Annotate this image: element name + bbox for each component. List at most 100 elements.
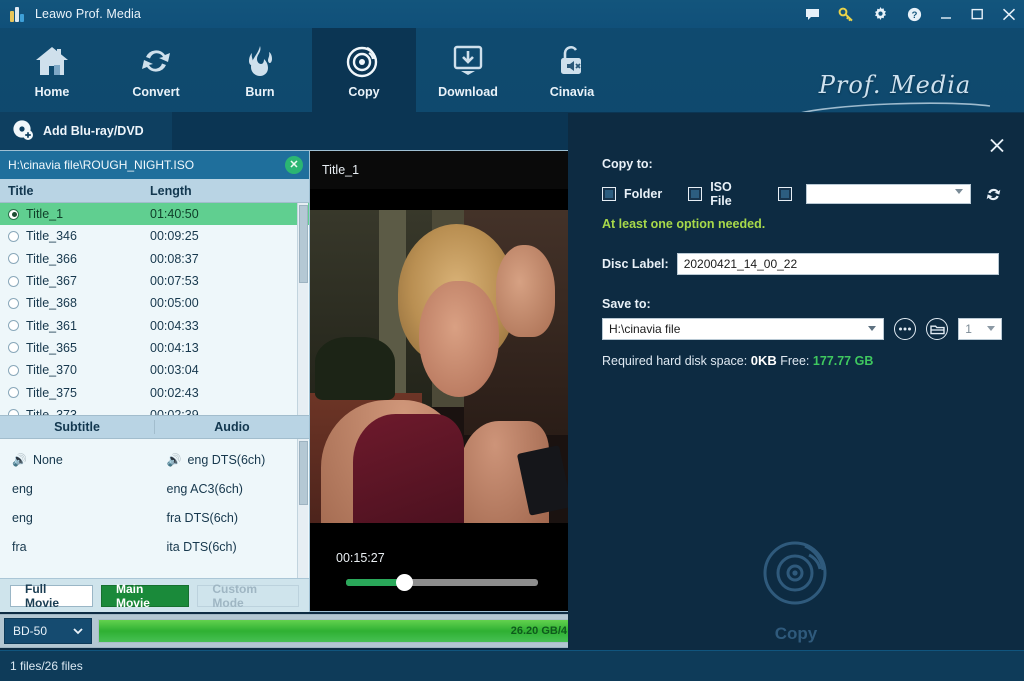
- feedback-icon[interactable]: [795, 0, 829, 28]
- brand-text: Prof. Media: [818, 71, 972, 99]
- custom-mode-button[interactable]: Custom Mode: [197, 582, 299, 610]
- row-radio[interactable]: [8, 275, 19, 287]
- table-row[interactable]: Title_346 00:09:25: [0, 225, 309, 247]
- scrollbar-thumb[interactable]: [299, 441, 308, 505]
- table-row[interactable]: Title_375 00:02:43: [0, 381, 309, 403]
- table-row[interactable]: Title_365 00:04:13: [0, 337, 309, 359]
- column-header-length: Length: [150, 183, 192, 198]
- nav-label: Convert: [132, 85, 180, 99]
- list-item[interactable]: 🔊 None 🔊 eng DTS(6ch): [0, 445, 309, 474]
- main-movie-button[interactable]: Main Movie: [100, 582, 190, 610]
- row-length: 00:08:37: [150, 251, 199, 266]
- help-icon[interactable]: ?: [897, 0, 931, 28]
- table-row[interactable]: Title_1 01:40:50: [0, 203, 309, 226]
- row-radio[interactable]: [8, 387, 19, 399]
- save-to-row: H:\cinavia file 1: [602, 318, 1002, 340]
- nav-item-copy[interactable]: Copy: [312, 28, 416, 112]
- nav-item-download[interactable]: Download: [416, 28, 520, 112]
- maximize-icon[interactable]: [962, 0, 993, 28]
- title-list[interactable]: Title_1 01:40:50 Title_346 00:09:25 Titl…: [0, 203, 309, 415]
- save-path-select[interactable]: H:\cinavia file: [602, 318, 885, 340]
- video-preview: Title_1 00:15:27: [310, 150, 578, 612]
- subtitle-value: eng: [12, 510, 33, 525]
- panel-close-icon[interactable]: [986, 134, 1008, 156]
- key-icon[interactable]: [829, 0, 863, 28]
- full-movie-button[interactable]: Full Movie: [10, 582, 93, 610]
- track-table-header: Subtitle Audio: [0, 415, 309, 439]
- folder-label: Folder: [624, 187, 663, 201]
- row-radio[interactable]: [8, 320, 19, 332]
- window-controls: ?: [795, 0, 1024, 28]
- nav-label: Download: [438, 85, 498, 99]
- chevron-down-icon: [987, 326, 995, 331]
- nav-item-convert[interactable]: Convert: [104, 28, 208, 112]
- disc-type-select[interactable]: BD-50: [4, 618, 92, 644]
- copies-select[interactable]: 1: [958, 318, 1002, 340]
- remove-source-button[interactable]: ✕: [285, 156, 303, 174]
- minimize-icon[interactable]: [931, 0, 962, 28]
- row-radio[interactable]: [8, 364, 19, 376]
- row-radio[interactable]: [8, 208, 19, 220]
- nav-item-burn[interactable]: Burn: [208, 28, 312, 112]
- drive-checkbox[interactable]: [777, 187, 792, 201]
- disc-label-row: Disc Label: 20200421_14_00_22: [602, 253, 1002, 275]
- close-icon[interactable]: [993, 0, 1024, 28]
- track-list[interactable]: 🔊 None 🔊 eng DTS(6ch) eng eng AC3(6ch) eng…: [0, 439, 309, 578]
- table-row[interactable]: Title_373 00:02:39: [0, 404, 309, 415]
- row-length: 00:02:39: [150, 407, 199, 415]
- column-header-title: Title: [8, 183, 34, 198]
- row-title: Title_368: [26, 296, 77, 311]
- row-title: Title_373: [26, 407, 77, 415]
- table-row[interactable]: Title_366 00:08:37: [0, 248, 309, 270]
- nav-label: Burn: [245, 85, 275, 99]
- row-radio[interactable]: [8, 253, 19, 265]
- playback-slider[interactable]: [346, 574, 538, 591]
- disc-label-label: Disc Label:: [602, 257, 669, 271]
- track-list-scrollbar[interactable]: [297, 439, 308, 578]
- list-item[interactable]: fra ita DTS(6ch): [0, 532, 309, 561]
- space-required-value: 0KB: [750, 353, 777, 368]
- subtitle-value: eng: [12, 481, 33, 496]
- list-item[interactable]: eng eng AC3(6ch): [0, 474, 309, 503]
- title-list-scrollbar[interactable]: [297, 203, 308, 415]
- preview-title: Title_1: [322, 163, 360, 177]
- copy-action-button[interactable]: Copy: [757, 533, 835, 644]
- copies-value: 1: [965, 322, 972, 336]
- disc-label-input[interactable]: 20200421_14_00_22: [676, 253, 999, 275]
- app-logo-icon: [10, 6, 26, 22]
- table-row[interactable]: Title_367 00:07:53: [0, 270, 309, 292]
- folder-checkbox[interactable]: [602, 187, 616, 201]
- download-icon: [450, 41, 486, 81]
- iso-file-checkbox[interactable]: [688, 187, 703, 201]
- row-title: Title_370: [26, 363, 77, 378]
- nav-label: Copy: [348, 85, 380, 99]
- audio-value: eng DTS(6ch): [187, 452, 266, 467]
- folder-icon[interactable]: [926, 318, 949, 340]
- nav-item-home[interactable]: Home: [0, 28, 104, 112]
- column-header-audio: Audio: [214, 420, 250, 434]
- column-header-subtitle: Subtitle: [0, 420, 155, 434]
- playback-handle[interactable]: [396, 574, 413, 591]
- table-row[interactable]: Title_370 00:03:04: [0, 359, 309, 381]
- add-bluray-dvd-button[interactable]: Add Blu-ray/DVD: [0, 112, 172, 150]
- nav-item-cinavia[interactable]: Cinavia: [520, 28, 624, 112]
- row-radio[interactable]: [8, 342, 19, 354]
- refresh-icon[interactable]: [985, 186, 1002, 203]
- table-row[interactable]: Title_361 00:04:33: [0, 314, 309, 336]
- ellipsis-icon[interactable]: [894, 318, 917, 340]
- row-length: 00:09:25: [150, 229, 199, 244]
- row-radio[interactable]: [8, 409, 19, 415]
- disc-type-value: BD-50: [13, 624, 48, 638]
- scrollbar-thumb[interactable]: [299, 205, 308, 283]
- subtitle-value: fra: [12, 539, 27, 554]
- row-radio[interactable]: [8, 230, 19, 242]
- row-radio[interactable]: [8, 297, 19, 309]
- list-item[interactable]: eng fra DTS(6ch): [0, 503, 309, 532]
- row-length: 00:04:13: [150, 340, 199, 355]
- audio-value: fra DTS(6ch): [166, 510, 239, 525]
- table-row[interactable]: Title_368 00:05:00: [0, 292, 309, 314]
- gear-icon[interactable]: [863, 0, 897, 28]
- video-frame[interactable]: [310, 189, 576, 541]
- audio-value: ita DTS(6ch): [166, 539, 237, 554]
- drive-select[interactable]: [805, 184, 971, 204]
